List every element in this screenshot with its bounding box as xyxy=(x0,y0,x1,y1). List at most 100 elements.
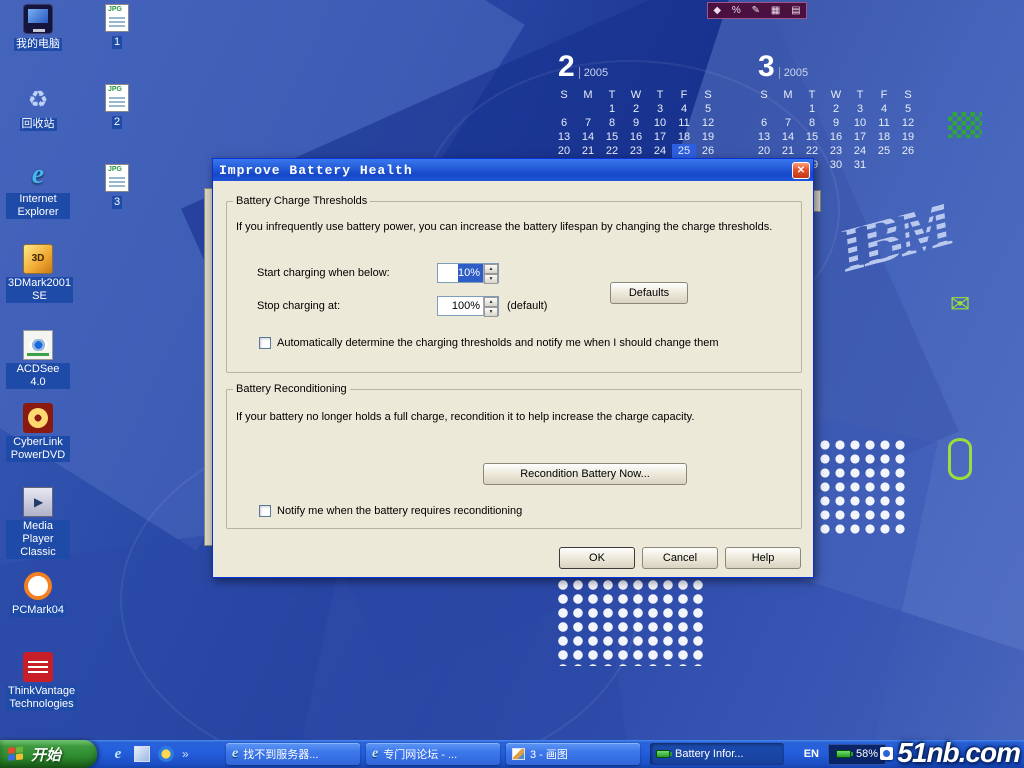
reconditioning-description: If your battery no longer holds a full c… xyxy=(236,411,694,423)
ok-button[interactable]: OK xyxy=(559,547,635,569)
pcmark-icon xyxy=(24,572,52,600)
calendar-cell: 16 xyxy=(624,130,648,144)
desktop-icon-3dmark2001[interactable]: 3D 3DMark2001 SE xyxy=(6,244,70,304)
quicklaunch-media-player-icon[interactable] xyxy=(158,746,174,762)
calendar-cell: 5 xyxy=(896,102,920,116)
calendar-cell: 20 xyxy=(552,144,576,158)
task-button-server-not-found[interactable]: e 找不到服务器... xyxy=(226,743,360,765)
desktop-icon-recycle-bin[interactable]: ♻ 回收站 xyxy=(6,84,70,132)
ime-language-bar[interactable]: ◆ % ✎ ▦ ▤ xyxy=(707,2,807,19)
battery-percent: 58% xyxy=(856,748,878,760)
wallpaper-dots-pattern xyxy=(556,578,708,666)
checkbox-icon[interactable] xyxy=(259,337,271,349)
auto-determine-checkbox[interactable]: Automatically determine the charging thr… xyxy=(259,337,718,349)
calendar-cell: 9 xyxy=(624,116,648,130)
desktop-icon-powerdvd[interactable]: CyberLink PowerDVD xyxy=(6,403,70,463)
dialog-title: Improve Battery Health xyxy=(219,163,792,178)
calendar-cell: 14 xyxy=(576,130,600,144)
dialog-titlebar[interactable]: Improve Battery Health ✕ xyxy=(213,159,813,181)
ime-menu-icon[interactable]: ▤ xyxy=(791,3,800,18)
spinner-up-icon[interactable]: ▲ xyxy=(484,297,498,307)
ime-input-mode-icon[interactable]: ◆ xyxy=(713,3,721,18)
calendar-cell: 7 xyxy=(776,116,800,130)
cancel-button[interactable]: Cancel xyxy=(642,547,718,569)
powerdvd-icon xyxy=(23,403,53,433)
start-charging-spinner[interactable]: 10% ▲ ▼ xyxy=(437,263,499,283)
calendar-cell: 23 xyxy=(824,144,848,158)
start-charging-value[interactable]: 10% xyxy=(458,264,483,282)
desktop-icon-internet-explorer[interactable]: e Internet Explorer xyxy=(6,160,70,220)
stop-charging-value[interactable]: 100% xyxy=(452,297,483,315)
calendar-cell: 17 xyxy=(848,130,872,144)
jpg-file-icon xyxy=(105,164,129,192)
windows-logo-icon xyxy=(8,746,25,762)
task-button-label: Battery Infor... xyxy=(675,748,743,760)
calendar-cell: T xyxy=(848,88,872,102)
checkbox-label: Notify me when the battery requires reco… xyxy=(277,505,522,517)
spinner-down-icon[interactable]: ▼ xyxy=(484,307,498,317)
watermark: 51nb.com xyxy=(880,737,1020,768)
calendar-cell: 25 xyxy=(672,144,696,158)
spinner-down-icon[interactable]: ▼ xyxy=(484,274,498,284)
desktop-icon-pcmark04[interactable]: PCMark04 xyxy=(6,572,70,618)
task-button-label: 3 - 画图 xyxy=(530,746,568,762)
calendar-cell: 9 xyxy=(824,116,848,130)
quicklaunch-overflow-chevron-icon[interactable]: » xyxy=(182,747,189,761)
stop-charging-spinner[interactable]: 100% ▲ ▼ xyxy=(437,296,499,316)
calendar-cell: S xyxy=(752,88,776,102)
desktop-icon-jpg-1[interactable]: 1 xyxy=(85,4,149,50)
defaults-button[interactable]: Defaults xyxy=(610,282,688,304)
internet-explorer-icon: e xyxy=(23,160,53,190)
calendar-cell: S xyxy=(696,88,720,102)
calendar-cell: 5 xyxy=(696,102,720,116)
thresholds-description: If you infrequently use battery power, y… xyxy=(236,221,772,233)
calendar-cell xyxy=(896,158,920,172)
task-button-battery-information[interactable]: Battery Infor... xyxy=(650,743,784,765)
group-legend: Battery Charge Thresholds xyxy=(233,195,370,207)
start-button[interactable]: 开始 xyxy=(0,740,97,768)
calendar-cell: 11 xyxy=(872,116,896,130)
calendar-cell: 8 xyxy=(800,116,824,130)
calendar-cell: 14 xyxy=(776,130,800,144)
ime-keyboard-icon[interactable]: ▦ xyxy=(771,3,780,18)
calendar-cell: T xyxy=(600,88,624,102)
calendar-cell: 13 xyxy=(752,130,776,144)
desktop-icon-acdsee[interactable]: ACDSee 4.0 xyxy=(6,330,70,390)
calendar-cell: 6 xyxy=(752,116,776,130)
quicklaunch-show-desktop-icon[interactable] xyxy=(134,746,150,762)
spinner-up-icon[interactable]: ▲ xyxy=(484,264,498,274)
stop-charging-label: Stop charging at: xyxy=(257,300,340,312)
notify-reconditioning-checkbox[interactable]: Notify me when the battery requires reco… xyxy=(259,505,522,517)
task-button-forum[interactable]: e 专门网论坛 - ... xyxy=(366,743,500,765)
desktop-icon-jpg-2[interactable]: 2 xyxy=(85,84,149,130)
desktop-icon-my-computer[interactable]: 我的电脑 xyxy=(6,4,70,52)
desktop-icon-label: 3DMark2001 SE xyxy=(6,277,73,303)
ime-handwriting-icon[interactable]: ✎ xyxy=(752,3,760,18)
checkbox-icon[interactable] xyxy=(259,505,271,517)
calendar-cell: 15 xyxy=(600,130,624,144)
calendar-cell: 12 xyxy=(696,116,720,130)
task-button-paint[interactable]: 3 - 画图 xyxy=(506,743,640,765)
language-indicator[interactable]: EN xyxy=(804,748,819,760)
battery-tray-icon xyxy=(836,750,851,758)
calendar-cell: T xyxy=(648,88,672,102)
calendar-cell: 26 xyxy=(696,144,720,158)
wallpaper-dots-pattern xyxy=(818,438,910,534)
recondition-battery-button[interactable]: Recondition Battery Now... xyxy=(483,463,687,485)
close-button[interactable]: ✕ xyxy=(792,162,810,179)
calendar-cell: 12 xyxy=(896,116,920,130)
ime-ratio-icon[interactable]: % xyxy=(732,3,741,18)
calendar-cell: 2 xyxy=(824,102,848,116)
thinkvantage-icon xyxy=(23,652,53,682)
help-button[interactable]: Help xyxy=(725,547,801,569)
calendar-cell xyxy=(552,102,576,116)
desktop-icon-thinkvantage[interactable]: ThinkVantage Technologies xyxy=(6,652,70,712)
desktop-icon-media-player-classic[interactable]: Media Player Classic xyxy=(6,487,70,560)
battery-status-indicator[interactable]: 58% xyxy=(828,744,886,765)
quicklaunch-ie-icon[interactable]: e xyxy=(110,746,126,762)
wallpaper-grid-icon xyxy=(948,112,982,138)
calendar-cell: 6 xyxy=(552,116,576,130)
desktop-icon-jpg-3[interactable]: 3 xyxy=(85,164,149,210)
calendar-cell: 22 xyxy=(800,144,824,158)
desktop-icon-label: 2 xyxy=(112,116,122,129)
